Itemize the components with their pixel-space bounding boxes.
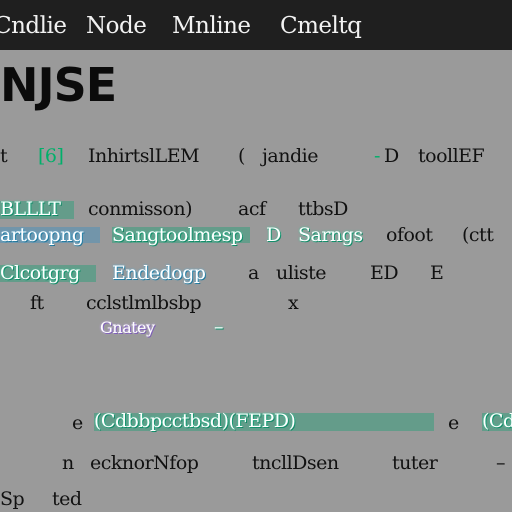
- menu-item-1[interactable]: Cndlie: [0, 13, 67, 39]
- row7-text-3: e: [448, 412, 459, 434]
- menu-item-3[interactable]: Mnline: [172, 13, 251, 39]
- row4-text-6: E: [430, 262, 444, 284]
- row6-text-2: –: [214, 316, 224, 338]
- row1-text-8: toollEF: [418, 145, 485, 167]
- row6-text-1[interactable]: Gnatey: [100, 318, 155, 337]
- row2-text-2: conmisson): [88, 198, 193, 220]
- row3-text-2[interactable]: Sangtoolmesp: [112, 224, 243, 246]
- row3-text-5: ofoot: [386, 224, 433, 246]
- row8-text-1: n: [62, 452, 74, 474]
- menu-item-2[interactable]: Node: [86, 13, 147, 39]
- row4-text-2[interactable]: Endedogp: [112, 262, 206, 284]
- row1-text-5: jandie: [262, 145, 318, 167]
- row4-text-1[interactable]: Clcotgrg: [0, 262, 80, 284]
- row9-text-2: ted: [52, 488, 82, 510]
- row4-text-5: ED: [370, 262, 399, 284]
- row4-text-4: uliste: [276, 262, 327, 284]
- row5-text-2: cclstlmlbsbp: [86, 292, 202, 314]
- row5-text-3: x: [288, 292, 299, 314]
- row1-text-1: t: [0, 145, 8, 167]
- row8-text-2: ecknorNfop: [90, 452, 199, 474]
- menu-item-4[interactable]: Cmeltq: [280, 13, 362, 39]
- row8-text-3: tncllDsen: [252, 452, 339, 474]
- row3-text-3: D: [266, 224, 281, 246]
- row1-text-2: [6]: [38, 145, 64, 167]
- row8-text-5: –: [496, 452, 506, 474]
- row7-text-2[interactable]: (Cdbbpcctbsd)(FEPD): [94, 410, 296, 432]
- row8-text-4: tuter: [392, 452, 438, 474]
- row2-text-1[interactable]: BLLLT: [0, 198, 61, 220]
- row9-text-1: Sp: [0, 488, 25, 510]
- row1-text-4: (: [238, 145, 245, 167]
- row7-text-4[interactable]: (Cdrt: [482, 410, 512, 432]
- row7-text-1: e: [72, 412, 83, 434]
- page-title: NJSE: [0, 58, 117, 112]
- row1-text-3: InhirtslLEM: [88, 145, 200, 167]
- row4-text-3: a: [248, 262, 259, 284]
- row1-text-7: D: [384, 145, 399, 167]
- row2-text-3: acf: [238, 198, 266, 220]
- row3-text-6: (ctt: [462, 224, 494, 246]
- top-menu-bar: Cndlie Node Mnline Cmeltq: [0, 0, 512, 50]
- row1-text-6: -: [374, 145, 380, 167]
- row5-text-1: ft: [30, 292, 44, 314]
- row2-text-4: ttbsD: [298, 198, 348, 220]
- row3-text-1[interactable]: artoopng: [0, 224, 84, 246]
- row3-text-4[interactable]: Sarngs: [298, 224, 363, 246]
